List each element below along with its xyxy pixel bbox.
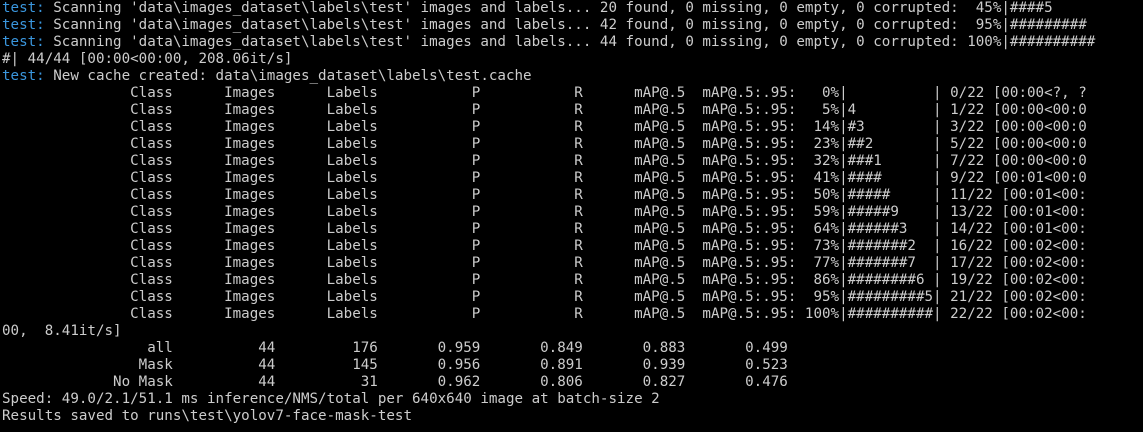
line-text: 00, 8.41it/s] — [2, 323, 122, 339]
line-text: Class Images Labels P R mAP@.5 mAP@.5:.9… — [2, 85, 1087, 101]
terminal-line: Class Images Labels P R mAP@.5 mAP@.5:.9… — [2, 119, 1143, 136]
terminal-line: Class Images Labels P R mAP@.5 mAP@.5:.9… — [2, 289, 1143, 306]
line-prefix: test: — [2, 17, 45, 33]
terminal-line: test: Scanning 'data\images_dataset\labe… — [2, 0, 1143, 17]
line-text: Speed: 49.0/2.1/51.1 ms inference/NMS/to… — [2, 391, 660, 407]
line-text: Class Images Labels P R mAP@.5 mAP@.5:.9… — [2, 272, 1087, 288]
line-prefix: test: — [2, 34, 45, 50]
line-text: Scanning 'data\images_dataset\labels\tes… — [44, 17, 1087, 33]
line-prefix: test: — [2, 0, 45, 16]
line-text: Scanning 'data\images_dataset\labels\tes… — [44, 0, 1053, 16]
line-prefix: test: — [2, 68, 45, 84]
terminal-line: Class Images Labels P R mAP@.5 mAP@.5:.9… — [2, 85, 1143, 102]
line-text: Class Images Labels P R mAP@.5 mAP@.5:.9… — [2, 204, 1087, 220]
line-text: Results saved to runs\test\yolov7-face-m… — [2, 408, 412, 424]
terminal-line: Class Images Labels P R mAP@.5 mAP@.5:.9… — [2, 102, 1143, 119]
line-text: Class Images Labels P R mAP@.5 mAP@.5:.9… — [2, 221, 1087, 237]
terminal-line: test: Scanning 'data\images_dataset\labe… — [2, 17, 1143, 34]
line-text: Scanning 'data\images_dataset\labels\tes… — [44, 34, 1096, 50]
line-text: Class Images Labels P R mAP@.5 mAP@.5:.9… — [2, 119, 1087, 135]
terminal-line: test: New cache created: data\images_dat… — [2, 68, 1143, 85]
line-text: Class Images Labels P R mAP@.5 mAP@.5:.9… — [2, 238, 1087, 254]
terminal-line: #| 44/44 [00:00<00:00, 208.06it/s] — [2, 51, 1143, 68]
terminal-line: test: Scanning 'data\images_dataset\labe… — [2, 34, 1143, 51]
line-text: Class Images Labels P R mAP@.5 mAP@.5:.9… — [2, 289, 1087, 305]
line-text: Class Images Labels P R mAP@.5 mAP@.5:.9… — [2, 170, 1087, 186]
line-text: New cache created: data\images_dataset\l… — [44, 68, 532, 84]
line-text: Class Images Labels P R mAP@.5 mAP@.5:.9… — [2, 255, 1087, 271]
terminal-line: No Mask 44 31 0.962 0.806 0.827 0.476 — [2, 374, 1143, 391]
terminal-line: Class Images Labels P R mAP@.5 mAP@.5:.9… — [2, 204, 1143, 221]
line-text: Class Images Labels P R mAP@.5 mAP@.5:.9… — [2, 187, 1087, 203]
terminal-line: Class Images Labels P R mAP@.5 mAP@.5:.9… — [2, 187, 1143, 204]
line-text: No Mask 44 31 0.962 0.806 0.827 0.476 — [2, 374, 788, 390]
terminal-line: Class Images Labels P R mAP@.5 mAP@.5:.9… — [2, 306, 1143, 323]
terminal-output[interactable]: test: Scanning 'data\images_dataset\labe… — [0, 0, 1143, 432]
terminal-line: Class Images Labels P R mAP@.5 mAP@.5:.9… — [2, 255, 1143, 272]
terminal-line: Results saved to runs\test\yolov7-face-m… — [2, 408, 1143, 425]
line-text: Class Images Labels P R mAP@.5 mAP@.5:.9… — [2, 136, 1087, 152]
terminal-line: Class Images Labels P R mAP@.5 mAP@.5:.9… — [2, 238, 1143, 255]
terminal-line: 00, 8.41it/s] — [2, 323, 1143, 340]
terminal-line: Class Images Labels P R mAP@.5 mAP@.5:.9… — [2, 272, 1143, 289]
terminal-line: Mask 44 145 0.956 0.891 0.939 0.523 — [2, 357, 1143, 374]
line-text: Mask 44 145 0.956 0.891 0.939 0.523 — [2, 357, 788, 373]
terminal-line: all 44 176 0.959 0.849 0.883 0.499 — [2, 340, 1143, 357]
line-text: Class Images Labels P R mAP@.5 mAP@.5:.9… — [2, 306, 1087, 322]
line-text: #| 44/44 [00:00<00:00, 208.06it/s] — [2, 51, 293, 67]
line-text: Class Images Labels P R mAP@.5 mAP@.5:.9… — [2, 153, 1087, 169]
line-text: all 44 176 0.959 0.849 0.883 0.499 — [2, 340, 788, 356]
line-text: Class Images Labels P R mAP@.5 mAP@.5:.9… — [2, 102, 1087, 118]
terminal-line: Class Images Labels P R mAP@.5 mAP@.5:.9… — [2, 170, 1143, 187]
terminal-line: Speed: 49.0/2.1/51.1 ms inference/NMS/to… — [2, 391, 1143, 408]
terminal-line: Class Images Labels P R mAP@.5 mAP@.5:.9… — [2, 221, 1143, 238]
terminal-line: Class Images Labels P R mAP@.5 mAP@.5:.9… — [2, 153, 1143, 170]
terminal-line: Class Images Labels P R mAP@.5 mAP@.5:.9… — [2, 136, 1143, 153]
